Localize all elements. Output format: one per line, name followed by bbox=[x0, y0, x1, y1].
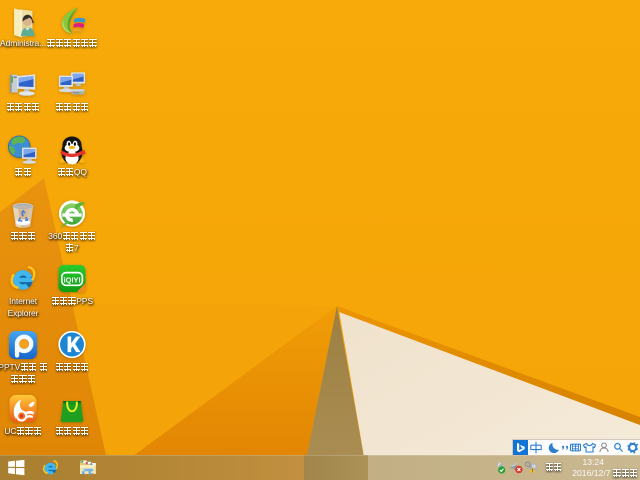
svg-text:iQIYI: iQIYI bbox=[64, 276, 81, 285]
